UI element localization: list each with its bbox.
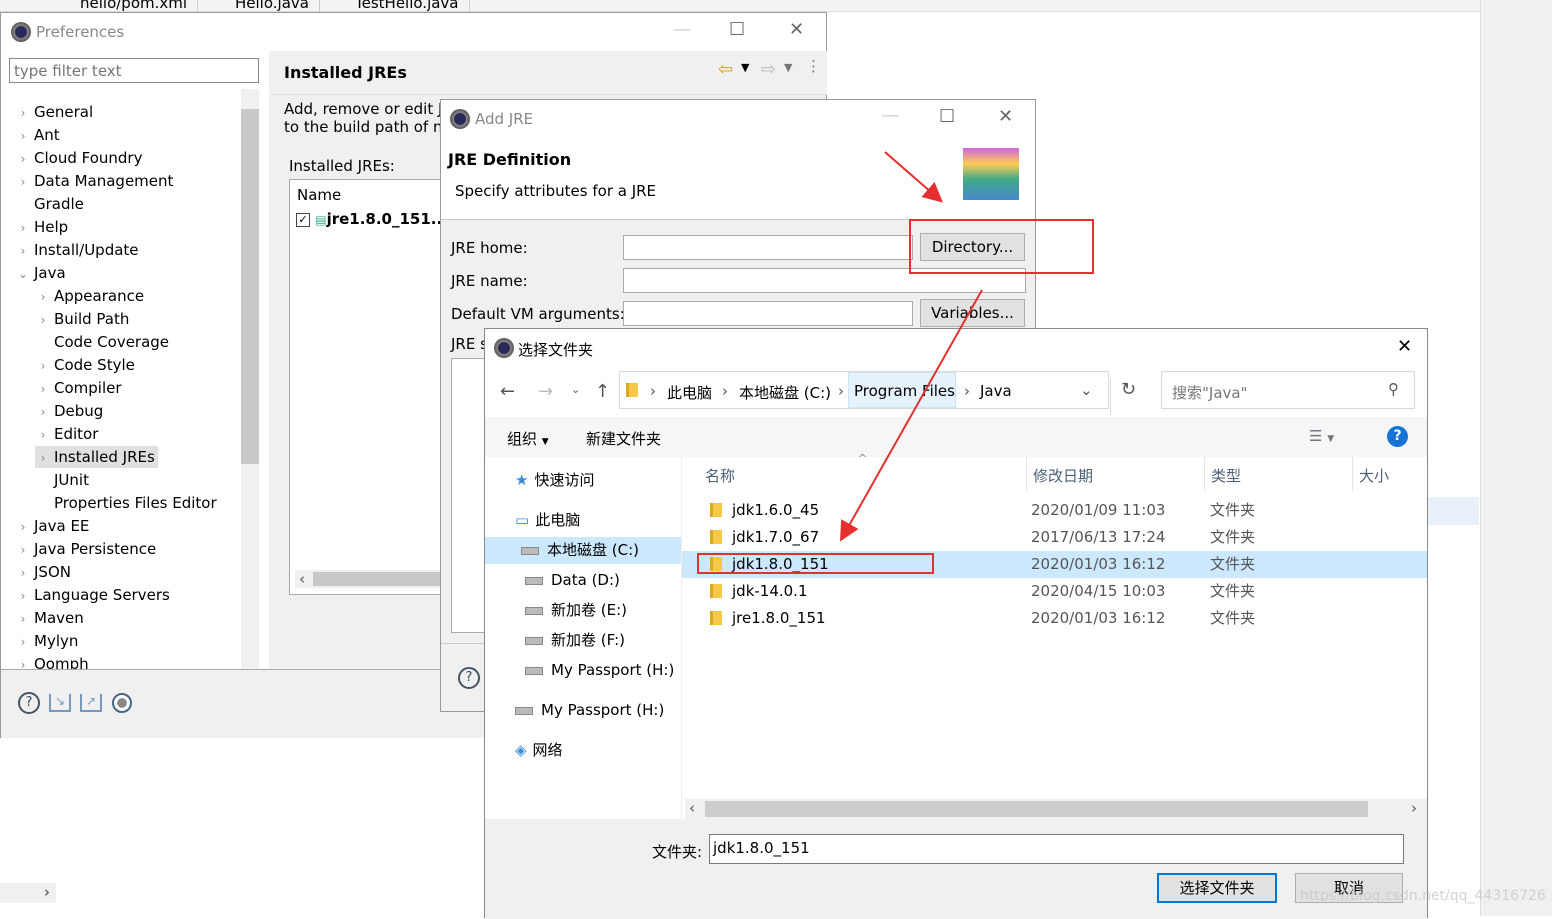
- annotation-arrow: [840, 289, 983, 542]
- annotation-overlay: [697, 151, 1094, 574]
- annotation-box: [697, 553, 934, 574]
- annotation-box: [909, 219, 1094, 274]
- annotation-arrow: [884, 151, 944, 203]
- watermark: https://blog.csdn.net/qq_44316726: [1300, 888, 1546, 904]
